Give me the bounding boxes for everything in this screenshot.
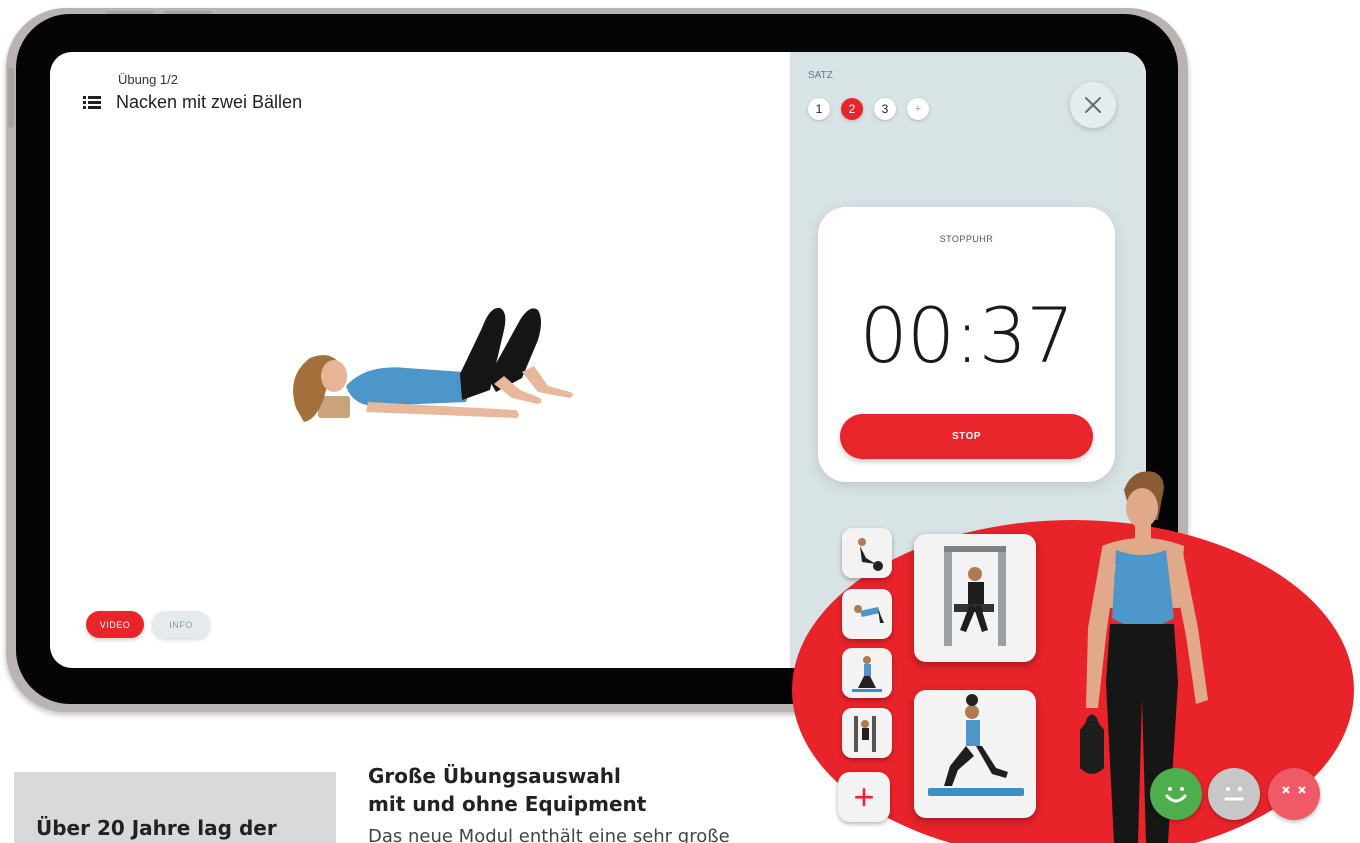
smiley-sad-icon xyxy=(1282,786,1306,794)
stopwatch-value: 00:37 xyxy=(859,291,1074,380)
feature-heading-line2: mit und ohne Equipment xyxy=(368,792,647,816)
exercise-thumb-plank[interactable] xyxy=(842,589,892,639)
exercise-tile-machine-press[interactable] xyxy=(914,534,1036,662)
tablet-side-button xyxy=(8,68,14,128)
rate-bad-button[interactable] xyxy=(1268,768,1320,820)
exercise-counter: Übung 1/2 xyxy=(118,72,178,87)
set-pill-1[interactable]: 1 xyxy=(808,98,830,120)
feature-heading-line1: Große Übungsauswahl xyxy=(368,764,621,788)
stopwatch-card: STOPPUHR 00:37 STOP xyxy=(818,207,1115,482)
satz-label: SATZ xyxy=(808,70,833,81)
close-icon xyxy=(1085,97,1101,113)
add-exercise-button[interactable]: + xyxy=(838,772,890,822)
smiley-happy-icon xyxy=(1165,787,1187,803)
stopwatch-label: STOPPUHR xyxy=(939,234,994,244)
feature-heading: Große Übungsauswahl mit und ohne Equipme… xyxy=(368,762,646,818)
list-icon[interactable] xyxy=(83,96,101,110)
stop-button[interactable]: STOP xyxy=(840,414,1093,459)
exercise-thumb-kettlebell[interactable] xyxy=(842,528,892,578)
exercise-tile-kettlebell-lunge[interactable] xyxy=(914,690,1036,818)
exercise-thumb-machine[interactable] xyxy=(842,708,892,758)
rate-neutral-button[interactable] xyxy=(1208,768,1260,820)
exercise-demo-image xyxy=(293,307,573,422)
tab-info[interactable]: INFO xyxy=(152,611,210,638)
gray-box-text: Über 20 Jahre lag der xyxy=(36,816,277,840)
tab-video[interactable]: VIDEO xyxy=(86,611,144,638)
close-button[interactable] xyxy=(1070,82,1116,128)
feature-body: Das neue Modul enthält eine sehr große xyxy=(368,826,730,843)
exercise-title: Nacken mit zwei Bällen xyxy=(116,92,303,112)
set-pill-2[interactable]: 2 xyxy=(841,98,863,120)
smiley-neutral-icon xyxy=(1224,787,1244,801)
exercise-thumb-lunge[interactable] xyxy=(842,648,892,698)
rate-good-button[interactable] xyxy=(1150,768,1202,820)
plus-icon: + xyxy=(853,776,875,817)
set-pill-3[interactable]: 3 xyxy=(874,98,896,120)
add-set-button[interactable]: + xyxy=(907,98,929,120)
